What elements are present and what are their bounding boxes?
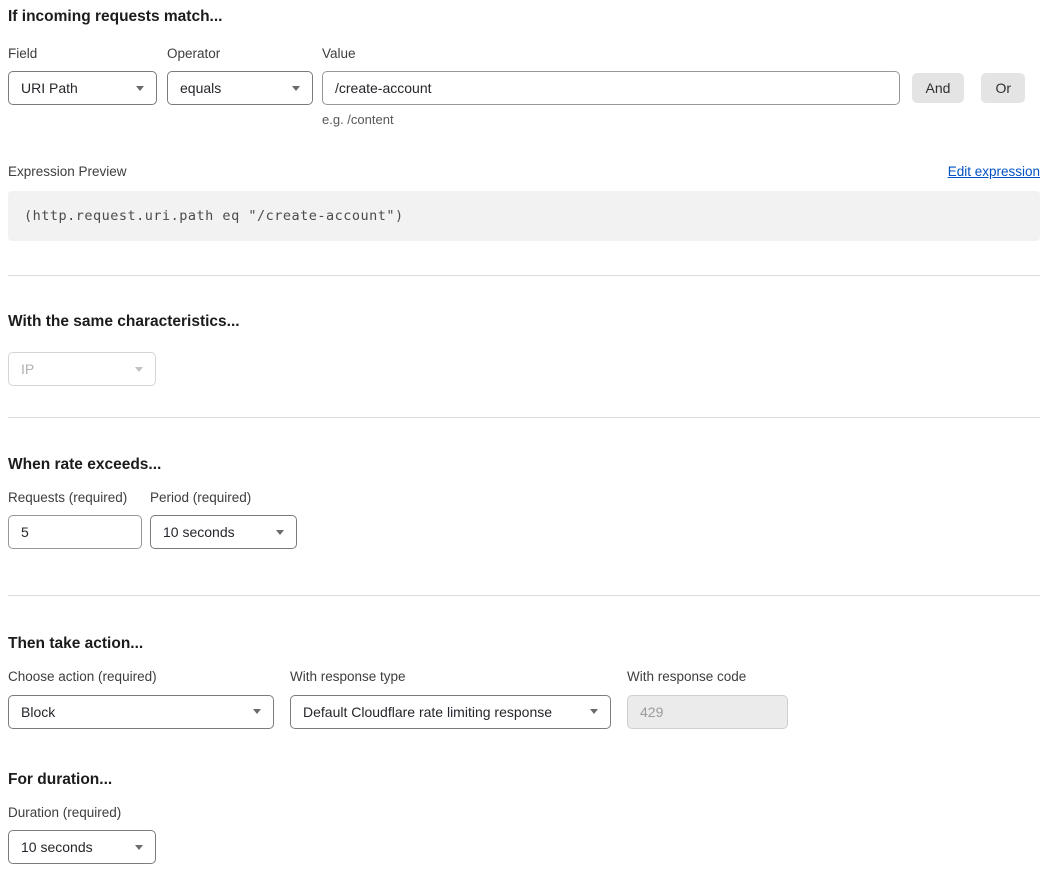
response-type-select[interactable]: Default Cloudflare rate limiting respons… <box>290 695 611 729</box>
section-take-action: Then take action... Choose action (requi… <box>8 635 1040 728</box>
value-label: Value <box>322 47 900 62</box>
duration-section-heading: For duration... <box>8 771 1040 790</box>
divider <box>8 417 1040 418</box>
duration-label: Duration (required) <box>8 806 156 821</box>
section-incoming-requests-match: If incoming requests match... Field URI … <box>8 8 1040 241</box>
operator-select[interactable]: equals <box>167 71 313 105</box>
expression-preview-label: Expression Preview <box>8 164 127 179</box>
expression-preview-code: (http.request.uri.path eq "/create-accou… <box>8 191 1040 241</box>
characteristic-select-value: IP <box>21 361 34 377</box>
response-code-label: With response code <box>627 670 788 685</box>
chevron-down-icon <box>253 709 261 714</box>
operator-select-value: equals <box>180 80 221 96</box>
action-section-heading: Then take action... <box>8 635 1040 654</box>
chevron-down-icon <box>276 530 284 535</box>
period-select[interactable]: 10 seconds <box>150 515 297 549</box>
duration-select[interactable]: 10 seconds <box>8 830 156 864</box>
match-controls-row: Field URI Path Operator equals Value e.g… <box>8 47 1040 128</box>
response-type-label: With response type <box>290 670 611 685</box>
action-controls-row: Choose action (required) Block With resp… <box>8 670 1040 729</box>
field-select[interactable]: URI Path <box>8 71 157 105</box>
chevron-down-icon <box>135 845 143 850</box>
operator-label: Operator <box>167 47 313 62</box>
expression-preview-header: Expression Preview Edit expression <box>8 164 1040 179</box>
chevron-down-icon <box>136 86 144 91</box>
period-select-value: 10 seconds <box>163 524 235 540</box>
characteristic-select: IP <box>8 352 156 386</box>
value-input[interactable] <box>322 71 900 105</box>
value-hint: e.g. /content <box>322 112 900 127</box>
characteristics-section-heading: With the same characteristics... <box>8 313 1040 332</box>
chevron-down-icon <box>590 709 598 714</box>
requests-input[interactable] <box>8 515 142 549</box>
chevron-down-icon <box>135 367 143 372</box>
response-type-select-value: Default Cloudflare rate limiting respons… <box>303 704 552 720</box>
section-for-duration: For duration... Duration (required) 10 s… <box>8 771 1040 864</box>
period-label: Period (required) <box>150 491 297 506</box>
or-button[interactable]: Or <box>981 73 1025 103</box>
field-label: Field <box>8 47 157 62</box>
match-section-heading: If incoming requests match... <box>8 8 1040 27</box>
rate-section-heading: When rate exceeds... <box>8 456 1040 475</box>
choose-action-select[interactable]: Block <box>8 695 274 729</box>
divider <box>8 595 1040 596</box>
section-same-characteristics: With the same characteristics... IP <box>8 313 1040 386</box>
edit-expression-link[interactable]: Edit expression <box>948 164 1040 179</box>
response-code-input <box>627 695 788 729</box>
field-select-value: URI Path <box>21 80 78 96</box>
choose-action-label: Choose action (required) <box>8 670 274 685</box>
requests-label: Requests (required) <box>8 491 142 506</box>
chevron-down-icon <box>292 86 300 91</box>
divider <box>8 275 1040 276</box>
section-rate-exceeds: When rate exceeds... Requests (required)… <box>8 456 1040 549</box>
rate-controls-row: Requests (required) Period (required) 10… <box>8 491 1040 550</box>
and-button[interactable]: And <box>912 73 965 103</box>
choose-action-select-value: Block <box>21 704 55 720</box>
